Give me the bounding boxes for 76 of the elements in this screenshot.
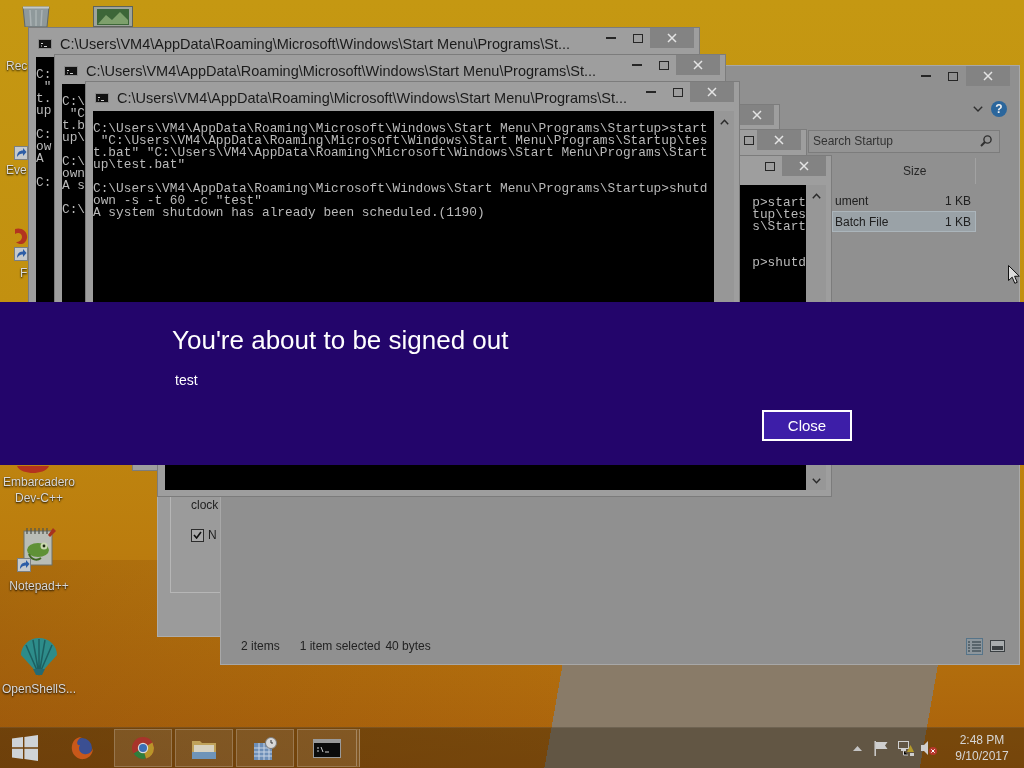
status-text: 2 items	[241, 639, 280, 653]
maximize-icon	[743, 135, 754, 145]
chevron-up-icon[interactable]	[719, 119, 729, 125]
maximize-icon	[673, 87, 683, 97]
maximize-icon	[765, 161, 775, 171]
view-button[interactable]	[989, 637, 1006, 655]
flag-icon[interactable]	[874, 740, 888, 756]
trash-bin-icon[interactable]	[20, 6, 52, 27]
taskbar-button[interactable]	[297, 729, 360, 767]
console-output: p>start tup\tes s\Start p>shutd	[752, 197, 806, 269]
clock-time: 2:48 PM	[959, 732, 1005, 748]
banner-title: You're about to be signed out	[172, 324, 509, 357]
network-icon[interactable]	[898, 740, 914, 756]
calendar-clock-icon	[253, 736, 277, 760]
console-icon	[64, 66, 78, 76]
checkmark-icon	[193, 531, 202, 539]
start-logo-icon	[12, 735, 38, 761]
speaker-icon[interactable]	[921, 741, 937, 755]
close-button[interactable]	[740, 105, 774, 125]
checkbox-label: N	[208, 528, 217, 542]
close-icon	[752, 110, 762, 120]
window-title: C:\Users\VM4\AppData\Roaming\Microsoft\Windows\Start Menu\Programs\St...	[86, 62, 597, 80]
setting-text: clock	[191, 498, 220, 512]
banner-message: test	[175, 371, 198, 389]
console-output: C:\ "C t.b up\ C:\ own A s C:\	[62, 96, 86, 216]
chevron-up-icon[interactable]	[811, 193, 821, 199]
file-row[interactable]: Batch File 1 KB	[832, 211, 976, 232]
chevron-down-icon[interactable]	[811, 478, 821, 484]
minimize-icon	[646, 91, 656, 93]
shortcut-arrow-icon[interactable]	[14, 146, 28, 160]
console-icon	[95, 93, 109, 103]
maximize-icon	[659, 60, 669, 70]
window-title: C:\Users\VM4\AppData\Roaming\Microsoft\Windows\Start Menu\Programs\St...	[117, 89, 628, 107]
status-text: 40 bytes	[385, 639, 431, 653]
status-text: 1 item selected	[299, 639, 381, 653]
column-header[interactable]: Size	[895, 158, 976, 184]
help-button[interactable]: ?	[991, 101, 1007, 117]
thumbnail-view-icon	[990, 640, 1005, 652]
taskbar-button[interactable]	[236, 729, 294, 767]
desktop-icon-label: OpenShellS...	[2, 681, 76, 697]
desktop-icon-label: Embarcadero Dev-C++	[2, 474, 76, 506]
search-icon[interactable]	[980, 134, 992, 147]
notepad-icon[interactable]	[17, 528, 57, 572]
console-output: C:\Users\VM4\AppData\Roaming\Microsoft\Windows\Start Menu\Programs\Startup>start "C:\Users\VM4\AppData\Roaming\Microsoft\Windows\Start Menu\Programs\Startup\tes t.bat" "C:\Users\VM4\AppData\Roaming\Microsoft\Windows\Start Menu\Programs\Start up\test.bat" C:\Users\VM4\AppData\Roaming\Microsoft\Windows\Start Menu\Programs\Startup>shutd own -s -t 60 -c "test" A system shutdown has already been scheduled.(1190)	[93, 123, 708, 219]
desktop-icon-label: Notepad++	[9, 578, 69, 594]
close-icon	[693, 60, 703, 70]
swirl-globe-icon	[70, 736, 94, 760]
close-icon	[799, 161, 809, 171]
console-output: C: " t. up C: ow A C:	[36, 69, 52, 189]
desktop-icon-label: F	[20, 265, 28, 281]
close-icon	[667, 33, 677, 43]
clock-date: 9/10/2017	[955, 748, 1009, 764]
window-title: C:\Users\VM4\AppData\Roaming\Microsoft\Windows\Start Menu\Programs\St...	[60, 35, 571, 53]
chevron-down-icon[interactable]	[973, 106, 983, 112]
screen-image-icon[interactable]	[93, 6, 133, 27]
console-icon	[313, 738, 341, 758]
close-icon	[983, 71, 993, 81]
minimize-icon	[606, 37, 616, 39]
details-view-icon	[968, 640, 981, 652]
caret-up-icon[interactable]	[853, 745, 862, 751]
mouse-pointer-icon	[1008, 265, 1020, 284]
close-button[interactable]: Close	[762, 410, 852, 441]
desktop-icon-label: Eve	[6, 162, 27, 178]
checkbox[interactable]	[191, 528, 204, 542]
taskbar-button[interactable]	[175, 729, 233, 767]
ring-logo-icon	[131, 736, 155, 760]
swirl-shortcut-icon[interactable]	[14, 228, 28, 261]
search-field[interactable]: Search Startup	[808, 129, 1000, 153]
close-icon	[774, 135, 784, 145]
minimize-icon	[920, 75, 931, 77]
console-icon	[38, 39, 52, 49]
desktop-icon-label: Rec	[6, 58, 28, 74]
maximize-icon	[947, 71, 958, 81]
close-icon	[707, 87, 717, 97]
maximize-icon	[633, 33, 643, 43]
file-row[interactable]: ument 1 KB	[832, 190, 976, 211]
